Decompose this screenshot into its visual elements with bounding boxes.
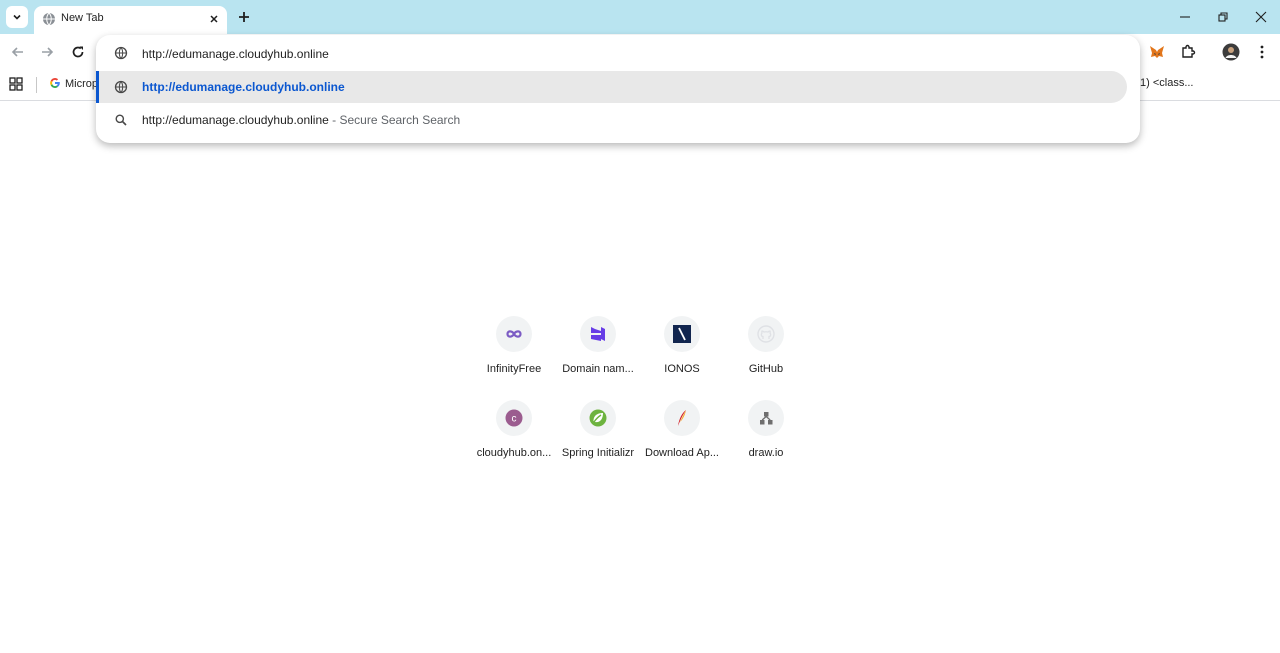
- shortcut-tile-domain-name[interactable]: Domain nam...: [556, 314, 640, 398]
- letter-c-icon: c: [496, 400, 532, 436]
- shortcut-label: Domain nam...: [562, 363, 634, 375]
- suggestion-search-text: http://edumanage.cloudyhub.online - Secu…: [142, 113, 460, 127]
- shortcut-tile-github[interactable]: GitHub: [724, 314, 808, 398]
- arrow-right-icon: [42, 47, 54, 57]
- ionos-icon: [664, 316, 700, 352]
- avatar-icon: [1222, 43, 1240, 61]
- back-button[interactable]: [9, 43, 27, 61]
- tab-new-tab[interactable]: New Tab: [34, 6, 227, 34]
- apps-grid-icon[interactable]: [9, 77, 23, 91]
- shortcut-tile-ionos[interactable]: IONOS: [640, 314, 724, 398]
- github-icon: [748, 316, 784, 352]
- omnibox-suggestion[interactable]: http://edumanage.cloudyhub.online: [96, 71, 1140, 103]
- shortcut-label: Spring Initializr: [561, 447, 635, 459]
- close-window-button[interactable]: [1249, 8, 1273, 26]
- shortcut-tile-drawio[interactable]: draw.io: [724, 398, 808, 482]
- bookmark-label: 1) <class...: [1140, 77, 1194, 89]
- infinity-icon: [496, 316, 532, 352]
- plus-icon: [239, 12, 249, 22]
- arrow-left-icon: [11, 47, 23, 57]
- shortcut-tile-infinityfree[interactable]: InfinityFree: [472, 314, 556, 398]
- shortcut-label: InfinityFree: [486, 363, 542, 375]
- bookmark-item-class[interactable]: 1) <class...: [1140, 77, 1194, 89]
- shortcut-tile-spring-initializr[interactable]: Spring Initializr: [556, 398, 640, 482]
- puzzle-icon: [1182, 44, 1196, 58]
- extensions-button[interactable]: [1179, 43, 1197, 61]
- shortcut-tile-cloudyhub[interactable]: c cloudyhub.on...: [472, 398, 556, 482]
- tab-search-button[interactable]: [6, 6, 28, 28]
- omnibox-input[interactable]: http://edumanage.cloudyhub.online: [142, 47, 329, 61]
- reload-button[interactable]: [69, 43, 87, 61]
- bookmarks-separator: [36, 77, 37, 93]
- suggestion-query: http://edumanage.cloudyhub.online: [142, 113, 329, 127]
- minimize-icon: [1180, 16, 1190, 18]
- more-vert-icon: [1260, 45, 1264, 59]
- search-icon: [115, 114, 127, 126]
- forward-button[interactable]: [38, 43, 56, 61]
- shortcut-label: cloudyhub.on...: [476, 447, 552, 459]
- omnibox-input-row[interactable]: http://edumanage.cloudyhub.online: [96, 37, 1140, 69]
- reload-icon: [72, 46, 84, 58]
- bookmark-label: Microp: [65, 78, 99, 90]
- globe-icon: [114, 80, 128, 94]
- restore-icon: [1218, 12, 1228, 22]
- close-icon: [1255, 11, 1267, 23]
- shortcut-label: GitHub: [748, 363, 784, 375]
- minimize-button[interactable]: [1173, 8, 1197, 26]
- tab-close-button[interactable]: [206, 11, 222, 27]
- menu-button[interactable]: [1253, 43, 1271, 61]
- metamask-extension-button[interactable]: [1148, 43, 1166, 61]
- fox-icon: [1150, 46, 1164, 58]
- shortcut-letter: c: [512, 414, 517, 425]
- omnibox-suggestion[interactable]: http://edumanage.cloudyhub.online - Secu…: [96, 104, 1140, 136]
- hostinger-icon: [580, 316, 616, 352]
- shortcut-label: IONOS: [664, 363, 700, 375]
- suggestion-engine: - Secure Search Search: [328, 113, 461, 127]
- shortcut-label: draw.io: [748, 447, 784, 459]
- globe-icon: [43, 12, 55, 26]
- tab-title: New Tab: [61, 12, 104, 24]
- title-bar: New Tab: [0, 0, 1280, 34]
- restore-button[interactable]: [1211, 8, 1235, 26]
- chevron-down-icon: [13, 14, 21, 20]
- new-tab-button[interactable]: [236, 9, 252, 25]
- shortcut-tile-download-apache[interactable]: Download Ap...: [640, 398, 724, 482]
- close-icon: [210, 15, 218, 23]
- omnibox-dropdown: http://edumanage.cloudyhub.online http:/…: [96, 35, 1140, 143]
- bookmark-item-microsoft[interactable]: Microp: [49, 77, 98, 90]
- spring-icon: [580, 400, 616, 436]
- suggestion-url: http://edumanage.cloudyhub.online: [142, 80, 345, 94]
- drawio-icon: [748, 400, 784, 436]
- shortcut-label: Download Ap...: [645, 447, 719, 459]
- profile-button[interactable]: [1222, 43, 1240, 61]
- feather-icon: [664, 400, 700, 436]
- google-icon: [50, 78, 60, 88]
- globe-icon: [114, 46, 128, 60]
- suggestion-selection-bar: [96, 71, 99, 103]
